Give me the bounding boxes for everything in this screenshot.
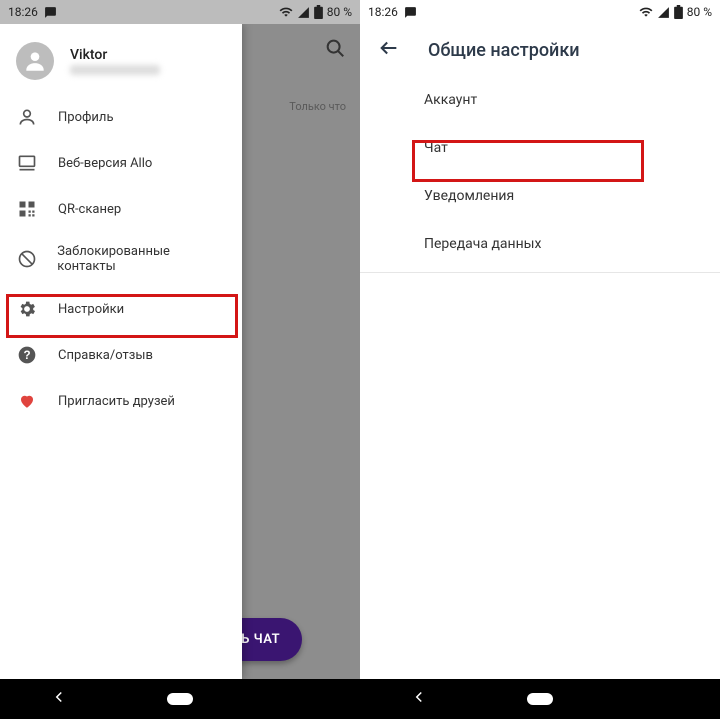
- desktop-icon: [16, 152, 38, 174]
- gear-icon: [16, 298, 38, 320]
- status-time: 18:26: [368, 5, 398, 19]
- drawer-item-help[interactable]: ? Справка/отзыв: [0, 332, 242, 378]
- nav-home-icon[interactable]: [167, 690, 193, 709]
- block-icon: [16, 248, 37, 270]
- setting-label: Передача данных: [424, 236, 542, 252]
- user-phone-blurred: [70, 65, 160, 75]
- app-header: Общие настройки: [360, 24, 720, 76]
- chat-timestamp: Только что: [289, 100, 346, 113]
- drawer-label: Заблокированные контакты: [57, 244, 226, 274]
- setting-label: Уведомления: [424, 188, 514, 204]
- drawer-label: Профиль: [58, 110, 114, 125]
- drawer-item-qr[interactable]: QR-сканер: [0, 186, 242, 232]
- search-icon[interactable]: [324, 37, 346, 63]
- drawer-item-settings[interactable]: Настройки: [0, 286, 242, 332]
- setting-item-chat[interactable]: Чат: [424, 124, 720, 172]
- setting-item-data[interactable]: Передача данных: [424, 220, 720, 268]
- message-icon: [44, 6, 57, 19]
- back-arrow-icon[interactable]: [378, 37, 400, 63]
- signal-icon: [657, 6, 670, 19]
- signal-icon: [297, 6, 310, 19]
- status-battery-pct: 80 %: [687, 5, 712, 19]
- heart-icon: [16, 390, 38, 412]
- avatar: [16, 42, 54, 80]
- nav-drawer: Viktor Профиль Веб-версия Allo: [0, 24, 242, 679]
- setting-item-account[interactable]: Аккаунт: [424, 76, 720, 124]
- help-icon: ?: [16, 344, 38, 366]
- divider: [360, 272, 720, 273]
- drawer-label: Справка/отзыв: [58, 348, 153, 363]
- wifi-icon: [279, 5, 293, 19]
- drawer-label: QR-сканер: [58, 202, 121, 217]
- nav-home-icon[interactable]: [527, 690, 553, 709]
- setting-item-notifications[interactable]: Уведомления: [424, 172, 720, 220]
- qr-icon: [16, 198, 38, 220]
- wifi-icon: [639, 5, 653, 19]
- android-nav-bar: [0, 679, 360, 719]
- drawer-label: Пригласить друзей: [58, 394, 175, 409]
- battery-icon: [674, 5, 683, 19]
- battery-icon: [314, 5, 323, 19]
- drawer-label: Веб-версия Allo: [58, 156, 152, 171]
- phone-left: 18:26 80 %: [0, 0, 360, 719]
- status-battery-pct: 80 %: [327, 5, 352, 19]
- status-bar: 18:26 80 %: [360, 0, 720, 24]
- status-time: 18:26: [8, 5, 38, 19]
- phone-right: 18:26 80 %: [360, 0, 720, 719]
- user-name: Viktor: [70, 47, 160, 63]
- drawer-header[interactable]: Viktor: [0, 32, 242, 94]
- android-nav-bar: [360, 679, 720, 719]
- drawer-item-invite[interactable]: Пригласить друзей: [0, 378, 242, 424]
- drawer-item-blocked[interactable]: Заблокированные контакты: [0, 232, 242, 286]
- setting-label: Аккаунт: [424, 92, 477, 108]
- svg-text:?: ?: [23, 349, 30, 362]
- nav-back-icon[interactable]: [410, 688, 428, 710]
- person-icon: [16, 106, 38, 128]
- drawer-item-profile[interactable]: Профиль: [0, 94, 242, 140]
- message-icon: [404, 6, 417, 19]
- status-bar: 18:26 80 %: [0, 0, 360, 24]
- setting-label: Чат: [424, 140, 448, 156]
- drawer-label: Настройки: [58, 302, 124, 317]
- drawer-item-web[interactable]: Веб-версия Allo: [0, 140, 242, 186]
- nav-back-icon[interactable]: [50, 688, 68, 710]
- page-title: Общие настройки: [428, 40, 580, 61]
- settings-list: Аккаунт Чат Уведомления Передача данных: [360, 76, 720, 268]
